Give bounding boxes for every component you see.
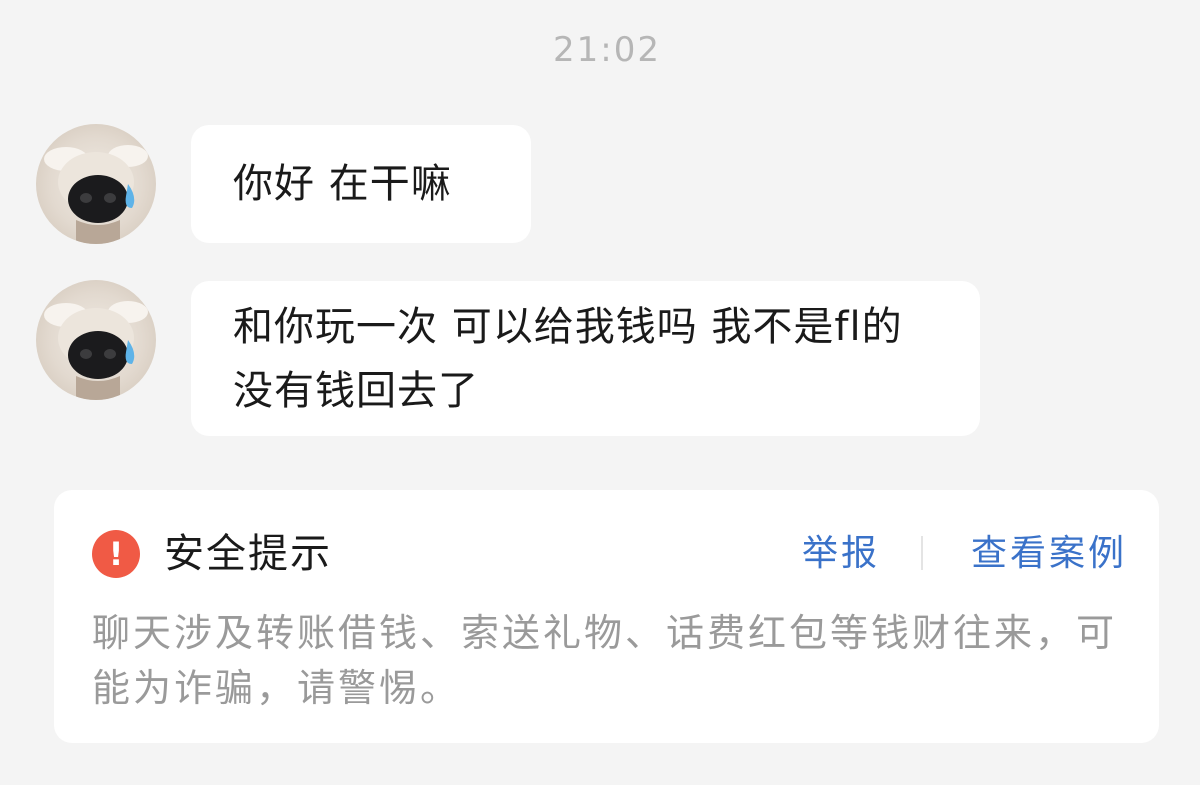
sender-avatar[interactable]: [36, 124, 156, 244]
warning-icon: !: [92, 530, 140, 578]
safety-notice-text: 聊天涉及转账借钱、索送礼物、话费红包等钱财往来，可能为诈骗，请警惕。: [92, 611, 1118, 710]
safety-notice-card: ! 安全提示 举报 查看案例 聊天涉及转账借钱、索送礼物、话费红包等钱财往来，可…: [54, 490, 1159, 743]
message-text: 你好 在干嘛: [233, 161, 452, 207]
view-cases-link[interactable]: 查看案例: [971, 526, 1127, 582]
message-timestamp: 21:02: [553, 30, 661, 70]
message-bubble[interactable]: 你好 在干嘛: [191, 125, 531, 243]
dog-nose-avatar-icon: [44, 301, 148, 400]
report-link[interactable]: 举报: [802, 526, 880, 582]
message-bubble[interactable]: 和你玩一次 可以给我钱吗 我不是fl的 没有钱回去了: [191, 281, 980, 436]
link-divider: [921, 536, 923, 570]
dog-nose-avatar-icon: [44, 145, 148, 244]
sender-avatar[interactable]: [36, 280, 156, 400]
safety-notice-title: 安全提示: [164, 531, 332, 577]
message-text: 和你玩一次 可以给我钱吗 我不是fl的 没有钱回去了: [233, 304, 903, 414]
